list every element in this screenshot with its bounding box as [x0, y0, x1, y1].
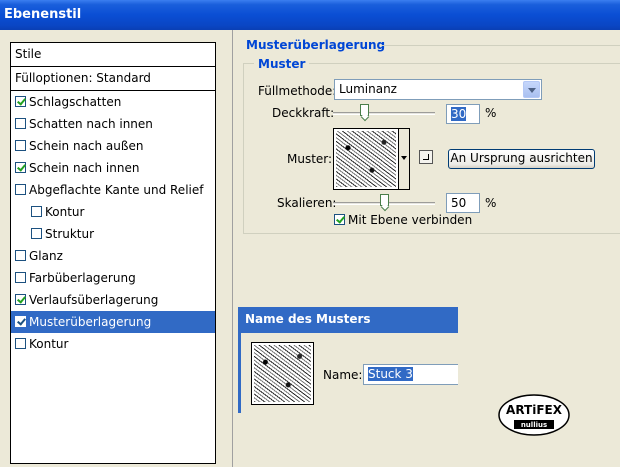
style-item-label: Abgeflachte Kante und Relief: [29, 183, 204, 197]
scale-percent: %: [485, 196, 497, 210]
style-item[interactable]: Verlaufsüberlagerung: [11, 289, 215, 311]
style-item[interactable]: Schlagschatten: [11, 91, 215, 113]
pattern-name-preview: [254, 345, 311, 402]
style-item-checkbox[interactable]: [15, 184, 26, 195]
pattern-preview: [336, 131, 396, 187]
style-item[interactable]: Glanz: [11, 245, 215, 267]
scale-slider-thumb[interactable]: [380, 194, 389, 206]
style-item[interactable]: Abgeflachte Kante und Relief: [11, 179, 215, 201]
blend-mode-label: Füllmethode:: [258, 84, 337, 98]
pattern-name-input[interactable]: Stuck 3: [363, 364, 458, 385]
section-title: Musterüberlagerung: [246, 38, 386, 52]
pattern-name-thumbnail: [251, 342, 314, 405]
style-item[interactable]: Kontur: [11, 333, 215, 355]
style-item-checkbox[interactable]: [15, 96, 26, 107]
style-item[interactable]: Farbüberlagerung: [11, 267, 215, 289]
style-item[interactable]: Kontur: [11, 201, 215, 223]
style-item[interactable]: Schein nach außen: [11, 135, 215, 157]
style-item[interactable]: Schein nach innen: [11, 157, 215, 179]
link-with-layer-row[interactable]: Mit Ebene verbinden: [334, 213, 472, 227]
chevron-down-icon[interactable]: [523, 81, 540, 98]
window-title: Ebenenstil: [4, 7, 82, 22]
opacity-input[interactable]: 30: [446, 104, 480, 124]
new-preset-icon[interactable]: [419, 150, 433, 164]
style-item-label: Verlaufsüberlagerung: [29, 293, 159, 307]
window-titlebar[interactable]: Ebenenstil: [0, 0, 620, 30]
style-item-label: Glanz: [29, 249, 63, 263]
style-item-checkbox[interactable]: [15, 162, 26, 173]
section-divider: [382, 45, 620, 46]
style-item-label: Schein nach außen: [29, 139, 144, 153]
opacity-percent: %: [485, 106, 497, 120]
style-item-label: Schein nach innen: [29, 161, 140, 175]
blend-options-item[interactable]: Fülloptionen: Standard: [11, 67, 215, 91]
style-item-label: Farbüberlagerung: [29, 271, 136, 285]
blend-mode-value: Luminanz: [339, 82, 397, 96]
styles-list-panel: Stile Fülloptionen: Standard Schlagschat…: [10, 42, 216, 464]
opacity-slider-thumb[interactable]: [359, 104, 369, 116]
scale-value: 50: [451, 196, 467, 210]
pattern-swatch[interactable]: [333, 128, 399, 190]
style-item-label: Struktur: [45, 227, 95, 241]
opacity-value: 30: [451, 107, 467, 121]
style-item-checkbox[interactable]: [15, 272, 26, 283]
link-with-layer-label: Mit Ebene verbinden: [348, 213, 473, 227]
style-item[interactable]: Struktur: [11, 223, 215, 245]
opacity-slider-track[interactable]: [333, 112, 435, 115]
link-with-layer-checkbox[interactable]: [334, 214, 345, 225]
style-item-checkbox[interactable]: [31, 206, 42, 217]
style-item-label: Schlagschatten: [29, 95, 122, 109]
style-item-label: Kontur: [45, 205, 85, 219]
style-item-label: Kontur: [29, 337, 69, 351]
style-item[interactable]: Musterüberlagerung: [11, 311, 215, 333]
styles-header[interactable]: Stile: [11, 43, 215, 67]
style-item-checkbox[interactable]: [15, 294, 26, 305]
style-item-checkbox[interactable]: [15, 338, 26, 349]
opacity-label: Deckkraft:: [272, 106, 335, 120]
blend-options-label: Fülloptionen: Standard: [15, 71, 151, 85]
scale-label: Skalieren:: [277, 196, 337, 210]
pattern-label: Muster:: [287, 152, 333, 166]
panel-divider: [232, 30, 233, 467]
scale-input[interactable]: 50: [446, 193, 480, 213]
logo-line2: nullius: [521, 421, 547, 429]
pattern-name-label: Name:: [323, 368, 363, 382]
style-item-checkbox[interactable]: [15, 118, 26, 129]
style-item-checkbox[interactable]: [15, 140, 26, 151]
styles-header-label: Stile: [15, 47, 42, 61]
style-item[interactable]: Schatten nach innen: [11, 113, 215, 135]
artifex-logo: ARTiFEX nullius: [498, 394, 570, 436]
logo-line1: ARTiFEX: [506, 403, 563, 417]
pattern-dropdown-button[interactable]: [399, 128, 410, 190]
snap-to-origin-button[interactable]: An Ursprung ausrichten: [448, 149, 595, 169]
pattern-name-panel-title: Name des Musters: [238, 307, 458, 333]
style-item-checkbox[interactable]: [31, 228, 42, 239]
blend-mode-select[interactable]: Luminanz: [334, 79, 542, 100]
group-title: Muster: [254, 57, 310, 71]
style-item-checkbox[interactable]: [15, 250, 26, 261]
style-item-label: Schatten nach innen: [29, 117, 153, 131]
pattern-name-value: Stuck 3: [368, 367, 413, 381]
style-item-label: Musterüberlagerung: [29, 315, 152, 329]
style-item-checkbox[interactable]: [15, 316, 26, 327]
